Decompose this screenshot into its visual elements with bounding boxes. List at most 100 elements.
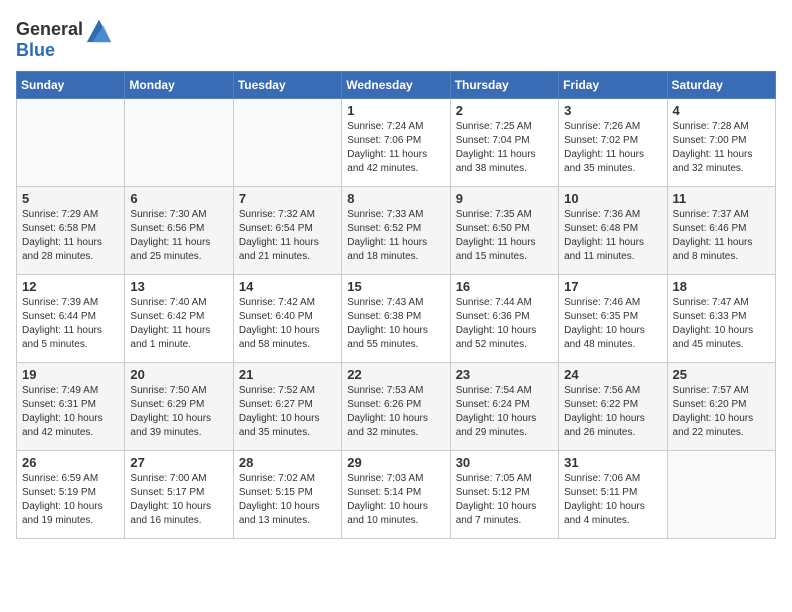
weekday-header-row: SundayMondayTuesdayWednesdayThursdayFrid…	[17, 72, 776, 99]
day-number: 9	[456, 191, 553, 206]
day-info: Sunrise: 7:52 AM Sunset: 6:27 PM Dayligh…	[239, 384, 336, 440]
day-info: Sunrise: 7:02 AM Sunset: 5:15 PM Dayligh…	[239, 472, 336, 528]
calendar-cell: 31 Sunrise: 7:06 AM Sunset: 5:11 PM Dayli…	[559, 451, 667, 539]
page-header: General Blue	[16, 16, 776, 61]
day-number: 13	[130, 279, 227, 294]
calendar-cell	[667, 451, 775, 539]
day-number: 14	[239, 279, 336, 294]
day-info: Sunrise: 7:24 AM Sunset: 7:06 PM Dayligh…	[347, 120, 444, 176]
day-number: 28	[239, 455, 336, 470]
calendar-cell: 15Sunrise: 7:43 AM Sunset: 6:38 PM Dayli…	[342, 275, 450, 363]
day-number: 23	[456, 367, 553, 382]
weekday-header-thursday: Thursday	[450, 72, 558, 99]
calendar-header: SundayMondayTuesdayWednesdayThursdayFrid…	[17, 72, 776, 99]
day-number: 8	[347, 191, 444, 206]
page-container: General Blue SundayMondayTuesdayWednesda…	[0, 0, 792, 549]
day-info: Sunrise: 7:37 AM Sunset: 6:46 PM Dayligh…	[673, 208, 770, 264]
day-number: 29	[347, 455, 444, 470]
day-info: Sunrise: 7:32 AM Sunset: 6:54 PM Dayligh…	[239, 208, 336, 264]
day-info: Sunrise: 7:44 AM Sunset: 6:36 PM Dayligh…	[456, 296, 553, 352]
calendar-cell: 11 Sunrise: 7:37 AM Sunset: 6:46 PM Dayli…	[667, 187, 775, 275]
day-number: 12	[22, 279, 119, 294]
day-number: 6	[130, 191, 227, 206]
calendar-cell: 7 Sunrise: 7:32 AM Sunset: 6:54 PM Daylig…	[233, 187, 341, 275]
weekday-header-sunday: Sunday	[17, 72, 125, 99]
day-info: Sunrise: 6:59 AM Sunset: 5:19 PM Dayligh…	[22, 472, 119, 528]
day-info: Sunrise: 7:47 AM Sunset: 6:33 PM Dayligh…	[673, 296, 770, 352]
calendar-cell	[233, 99, 341, 187]
day-number: 26	[22, 455, 119, 470]
calendar-cell: 1 Sunrise: 7:24 AM Sunset: 7:06 PM Daylig…	[342, 99, 450, 187]
logo-text-block: General Blue	[16, 16, 113, 61]
day-number: 22	[347, 367, 444, 382]
day-number: 5	[22, 191, 119, 206]
calendar-cell: 14Sunrise: 7:42 AM Sunset: 6:40 PM Dayli…	[233, 275, 341, 363]
calendar-cell: 8 Sunrise: 7:33 AM Sunset: 6:52 PM Daylig…	[342, 187, 450, 275]
weekday-header-monday: Monday	[125, 72, 233, 99]
weekday-header-tuesday: Tuesday	[233, 72, 341, 99]
weekday-header-wednesday: Wednesday	[342, 72, 450, 99]
calendar-cell: 18Sunrise: 7:47 AM Sunset: 6:33 PM Dayli…	[667, 275, 775, 363]
day-number: 30	[456, 455, 553, 470]
day-info: Sunrise: 7:33 AM Sunset: 6:52 PM Dayligh…	[347, 208, 444, 264]
day-number: 16	[456, 279, 553, 294]
day-number: 1	[347, 103, 444, 118]
day-info: Sunrise: 7:56 AM Sunset: 6:22 PM Dayligh…	[564, 384, 661, 440]
day-info: Sunrise: 7:40 AM Sunset: 6:42 PM Dayligh…	[130, 296, 227, 352]
calendar-cell: 5 Sunrise: 7:29 AM Sunset: 6:58 PM Daylig…	[17, 187, 125, 275]
day-info: Sunrise: 7:46 AM Sunset: 6:35 PM Dayligh…	[564, 296, 661, 352]
calendar-body: 1 Sunrise: 7:24 AM Sunset: 7:06 PM Daylig…	[17, 99, 776, 539]
day-number: 31	[564, 455, 661, 470]
calendar-cell: 29Sunrise: 7:03 AM Sunset: 5:14 PM Dayli…	[342, 451, 450, 539]
calendar-cell: 6Sunrise: 7:30 AM Sunset: 6:56 PM Daylig…	[125, 187, 233, 275]
calendar-week-row: 26 Sunrise: 6:59 AM Sunset: 5:19 PM Dayli…	[17, 451, 776, 539]
day-number: 24	[564, 367, 661, 382]
day-number: 27	[130, 455, 227, 470]
day-number: 7	[239, 191, 336, 206]
weekday-header-friday: Friday	[559, 72, 667, 99]
day-info: Sunrise: 7:35 AM Sunset: 6:50 PM Dayligh…	[456, 208, 553, 264]
calendar-week-row: 5 Sunrise: 7:29 AM Sunset: 6:58 PM Daylig…	[17, 187, 776, 275]
day-number: 25	[673, 367, 770, 382]
calendar-table: SundayMondayTuesdayWednesdayThursdayFrid…	[16, 71, 776, 539]
logo: General Blue	[16, 16, 113, 61]
calendar-cell: 24 Sunrise: 7:56 AM Sunset: 6:22 PM Dayli…	[559, 363, 667, 451]
calendar-week-row: 1 Sunrise: 7:24 AM Sunset: 7:06 PM Daylig…	[17, 99, 776, 187]
day-number: 2	[456, 103, 553, 118]
calendar-cell: 20Sunrise: 7:50 AM Sunset: 6:29 PM Dayli…	[125, 363, 233, 451]
day-info: Sunrise: 7:29 AM Sunset: 6:58 PM Dayligh…	[22, 208, 119, 264]
calendar-cell: 23 Sunrise: 7:54 AM Sunset: 6:24 PM Dayli…	[450, 363, 558, 451]
day-info: Sunrise: 7:54 AM Sunset: 6:24 PM Dayligh…	[456, 384, 553, 440]
calendar-cell: 19Sunrise: 7:49 AM Sunset: 6:31 PM Dayli…	[17, 363, 125, 451]
calendar-cell	[125, 99, 233, 187]
day-number: 11	[673, 191, 770, 206]
calendar-cell: 25 Sunrise: 7:57 AM Sunset: 6:20 PM Dayli…	[667, 363, 775, 451]
day-number: 3	[564, 103, 661, 118]
day-info: Sunrise: 7:25 AM Sunset: 7:04 PM Dayligh…	[456, 120, 553, 176]
calendar-cell: 3Sunrise: 7:26 AM Sunset: 7:02 PM Daylig…	[559, 99, 667, 187]
day-number: 10	[564, 191, 661, 206]
calendar-cell: 2 Sunrise: 7:25 AM Sunset: 7:04 PM Daylig…	[450, 99, 558, 187]
calendar-cell: 10Sunrise: 7:36 AM Sunset: 6:48 PM Dayli…	[559, 187, 667, 275]
calendar-cell: 28 Sunrise: 7:02 AM Sunset: 5:15 PM Dayli…	[233, 451, 341, 539]
day-number: 17	[564, 279, 661, 294]
day-info: Sunrise: 7:28 AM Sunset: 7:00 PM Dayligh…	[673, 120, 770, 176]
calendar-cell: 30 Sunrise: 7:05 AM Sunset: 5:12 PM Dayli…	[450, 451, 558, 539]
calendar-cell: 17 Sunrise: 7:46 AM Sunset: 6:35 PM Dayli…	[559, 275, 667, 363]
calendar-cell: 9 Sunrise: 7:35 AM Sunset: 6:50 PM Daylig…	[450, 187, 558, 275]
day-info: Sunrise: 7:05 AM Sunset: 5:12 PM Dayligh…	[456, 472, 553, 528]
day-info: Sunrise: 7:06 AM Sunset: 5:11 PM Dayligh…	[564, 472, 661, 528]
day-info: Sunrise: 7:43 AM Sunset: 6:38 PM Dayligh…	[347, 296, 444, 352]
calendar-cell: 21Sunrise: 7:52 AM Sunset: 6:27 PM Dayli…	[233, 363, 341, 451]
weekday-header-saturday: Saturday	[667, 72, 775, 99]
calendar-cell: 13 Sunrise: 7:40 AM Sunset: 6:42 PM Dayli…	[125, 275, 233, 363]
calendar-cell	[17, 99, 125, 187]
day-info: Sunrise: 7:53 AM Sunset: 6:26 PM Dayligh…	[347, 384, 444, 440]
calendar-week-row: 12Sunrise: 7:39 AM Sunset: 6:44 PM Dayli…	[17, 275, 776, 363]
day-number: 4	[673, 103, 770, 118]
day-info: Sunrise: 7:57 AM Sunset: 6:20 PM Dayligh…	[673, 384, 770, 440]
calendar-cell: 27 Sunrise: 7:00 AM Sunset: 5:17 PM Dayli…	[125, 451, 233, 539]
day-info: Sunrise: 7:00 AM Sunset: 5:17 PM Dayligh…	[130, 472, 227, 528]
logo-icon	[85, 16, 113, 44]
calendar-cell: 12Sunrise: 7:39 AM Sunset: 6:44 PM Dayli…	[17, 275, 125, 363]
